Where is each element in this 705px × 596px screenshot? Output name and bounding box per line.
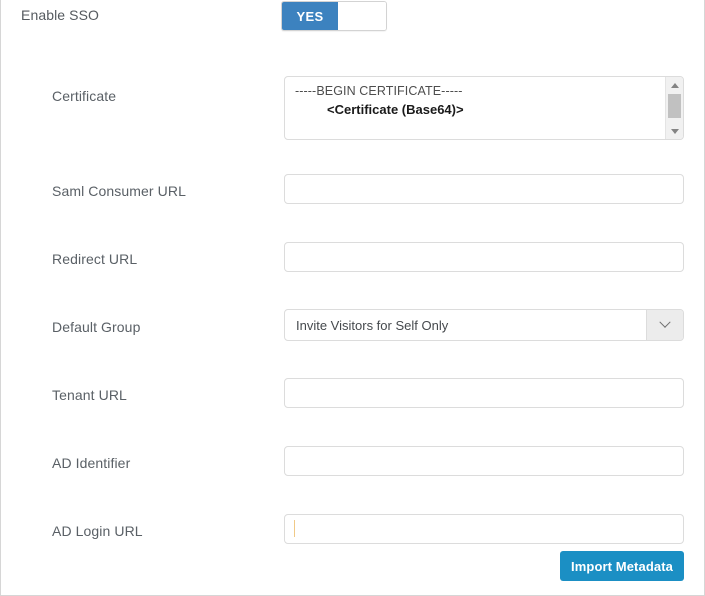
triangle-up-icon[interactable] [666,78,683,92]
certificate-begin-line: -----BEGIN CERTIFICATE----- [295,84,463,98]
scrollbar-thumb[interactable] [668,94,681,118]
tenant-url-input[interactable] [284,378,684,408]
default-group-label: Default Group [52,319,141,335]
ad-identifier-label: AD Identifier [52,455,131,471]
triangle-down-icon[interactable] [666,124,683,138]
saml-consumer-url-label: Saml Consumer URL [52,183,186,199]
tenant-url-label: Tenant URL [52,387,127,403]
ad-login-url-wrapper [284,514,684,544]
enable-sso-toggle-yes[interactable]: YES [282,2,338,30]
import-metadata-button[interactable]: Import Metadata [560,551,684,581]
ad-login-url-input[interactable] [284,514,684,544]
enable-sso-toggle[interactable]: YES [281,1,387,31]
redirect-url-input[interactable] [284,242,684,272]
default-group-selected-value[interactable]: Invite Visitors for Self Only [285,310,646,340]
saml-consumer-url-input[interactable] [284,174,684,204]
ad-login-url-label: AD Login URL [52,523,143,539]
enable-sso-row: Enable SSO YES [1,0,705,36]
sso-settings-panel: Enable SSO YES Certificate -----BEGIN CE… [0,0,705,596]
enable-sso-toggle-knob[interactable] [338,2,386,30]
certificate-body-placeholder: <Certificate (Base64)> [327,102,464,117]
chevron-down-icon[interactable] [646,310,683,340]
ad-identifier-input[interactable] [284,446,684,476]
certificate-scrollbar[interactable] [665,77,683,139]
redirect-url-label: Redirect URL [52,251,138,267]
certificate-textarea[interactable]: -----BEGIN CERTIFICATE----- <Certificate… [284,76,684,140]
text-caret [294,520,295,537]
default-group-select[interactable]: Invite Visitors for Self Only [284,309,684,341]
certificate-text: -----BEGIN CERTIFICATE----- <Certificate… [285,77,663,117]
enable-sso-label: Enable SSO [21,7,100,23]
certificate-label: Certificate [52,88,117,104]
